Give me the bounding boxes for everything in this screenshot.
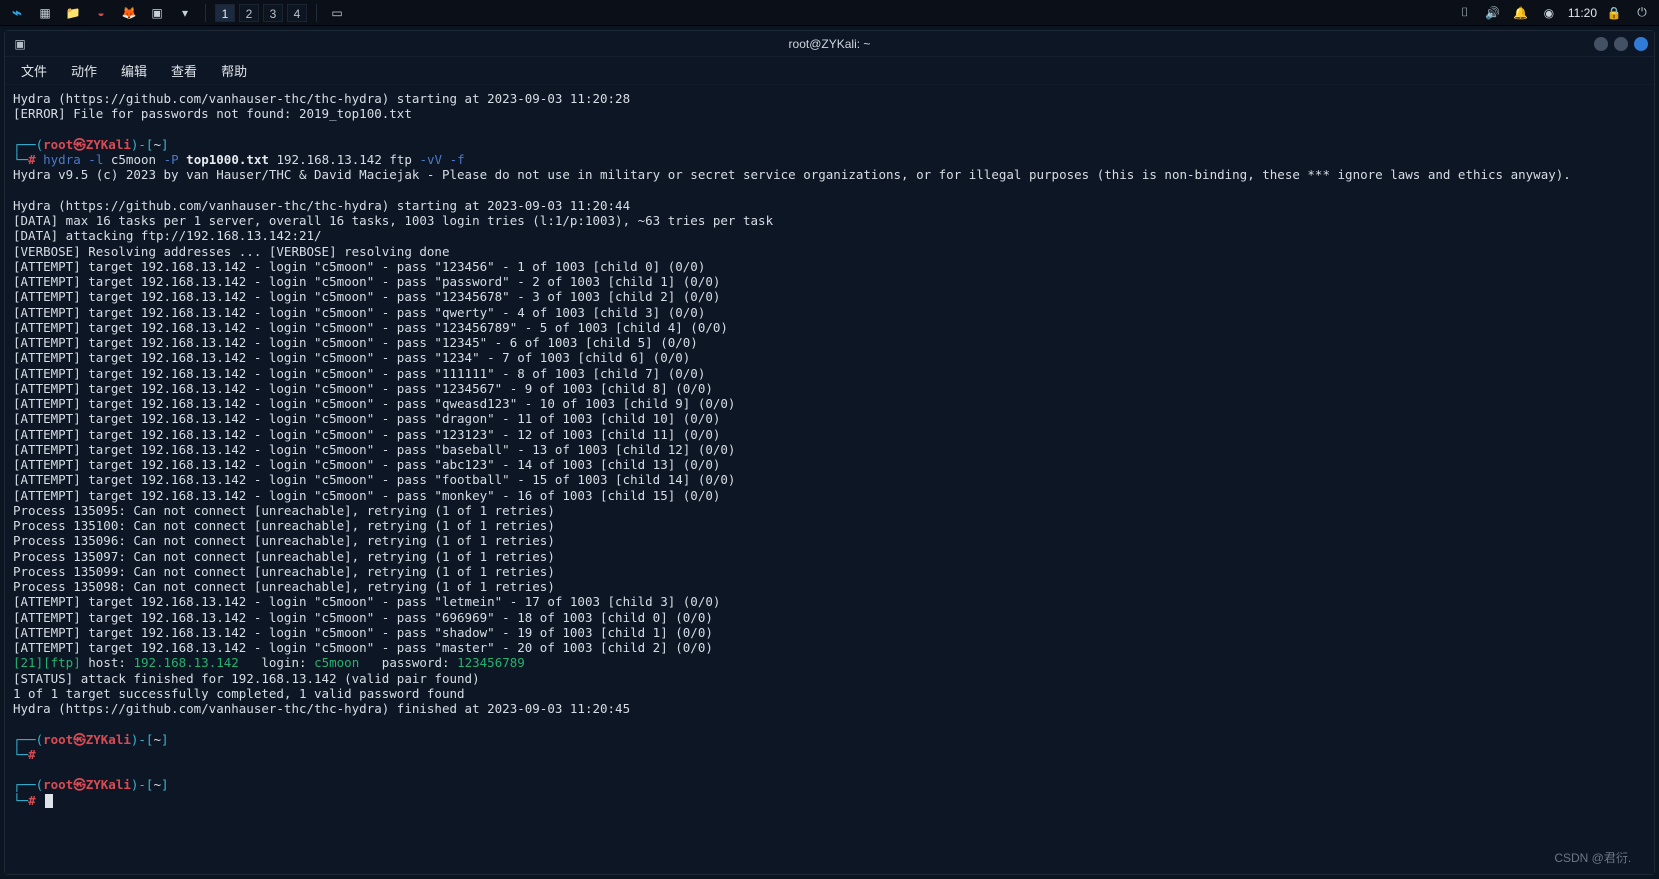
watermark: CSDN @君衍.⠀ [1554,849,1640,866]
power-icon[interactable]: ⏻ [1631,2,1653,24]
tool-icon[interactable]: ◒ [90,2,112,24]
menu-文件[interactable]: 文件 [11,59,57,82]
workspace-1[interactable]: 1 [215,4,235,22]
menu-down-icon[interactable]: ▾ [174,2,196,24]
close-button[interactable] [1634,37,1648,51]
menubar: 文件动作编辑查看帮助 [5,57,1654,85]
volume-icon[interactable]: 🔊 [1482,2,1504,24]
menu-帮助[interactable]: 帮助 [211,59,257,82]
record-icon[interactable]: ◉ [1538,2,1560,24]
workspace-2[interactable]: 2 [239,4,259,22]
lock-icon[interactable]: 🔒 [1603,2,1625,24]
notifications-icon[interactable]: 🔔 [1510,2,1532,24]
firefox-icon[interactable]: 🦊 [118,2,140,24]
terminal-app-icon: ▣ [11,35,29,53]
files-icon[interactable]: 📁 [62,2,84,24]
workspace-3[interactable]: 3 [263,4,283,22]
workspace-4[interactable]: 4 [287,4,307,22]
window-list-icon[interactable]: ▦ [34,2,56,24]
menu-动作[interactable]: 动作 [61,59,107,82]
clock[interactable]: 11:20 [1568,6,1597,20]
add-workspace-icon[interactable]: ▭ [326,2,348,24]
terminal-output[interactable]: Hydra (https://github.com/vanhauser-thc/… [5,85,1654,874]
top-panel: ⌁ ▦ 📁 ◒ 🦊 ▣ ▾ 1234 ▭ ⌷ 🔊 🔔 ◉ 11:20 🔒 ⏻ [0,0,1659,26]
maximize-button[interactable] [1614,37,1628,51]
minimize-button[interactable] [1594,37,1608,51]
menu-编辑[interactable]: 编辑 [111,59,157,82]
screenshot-icon[interactable]: ⌷ [1454,2,1476,24]
terminal-launcher-icon[interactable]: ▣ [146,2,168,24]
menu-查看[interactable]: 查看 [161,59,207,82]
window-title: root@ZYKali: ~ [5,37,1654,51]
kali-menu-icon[interactable]: ⌁ [6,2,28,24]
titlebar[interactable]: ▣ root@ZYKali: ~ [5,31,1654,57]
terminal-window: ▣ root@ZYKali: ~ 文件动作编辑查看帮助 Hydra (https… [4,30,1655,875]
